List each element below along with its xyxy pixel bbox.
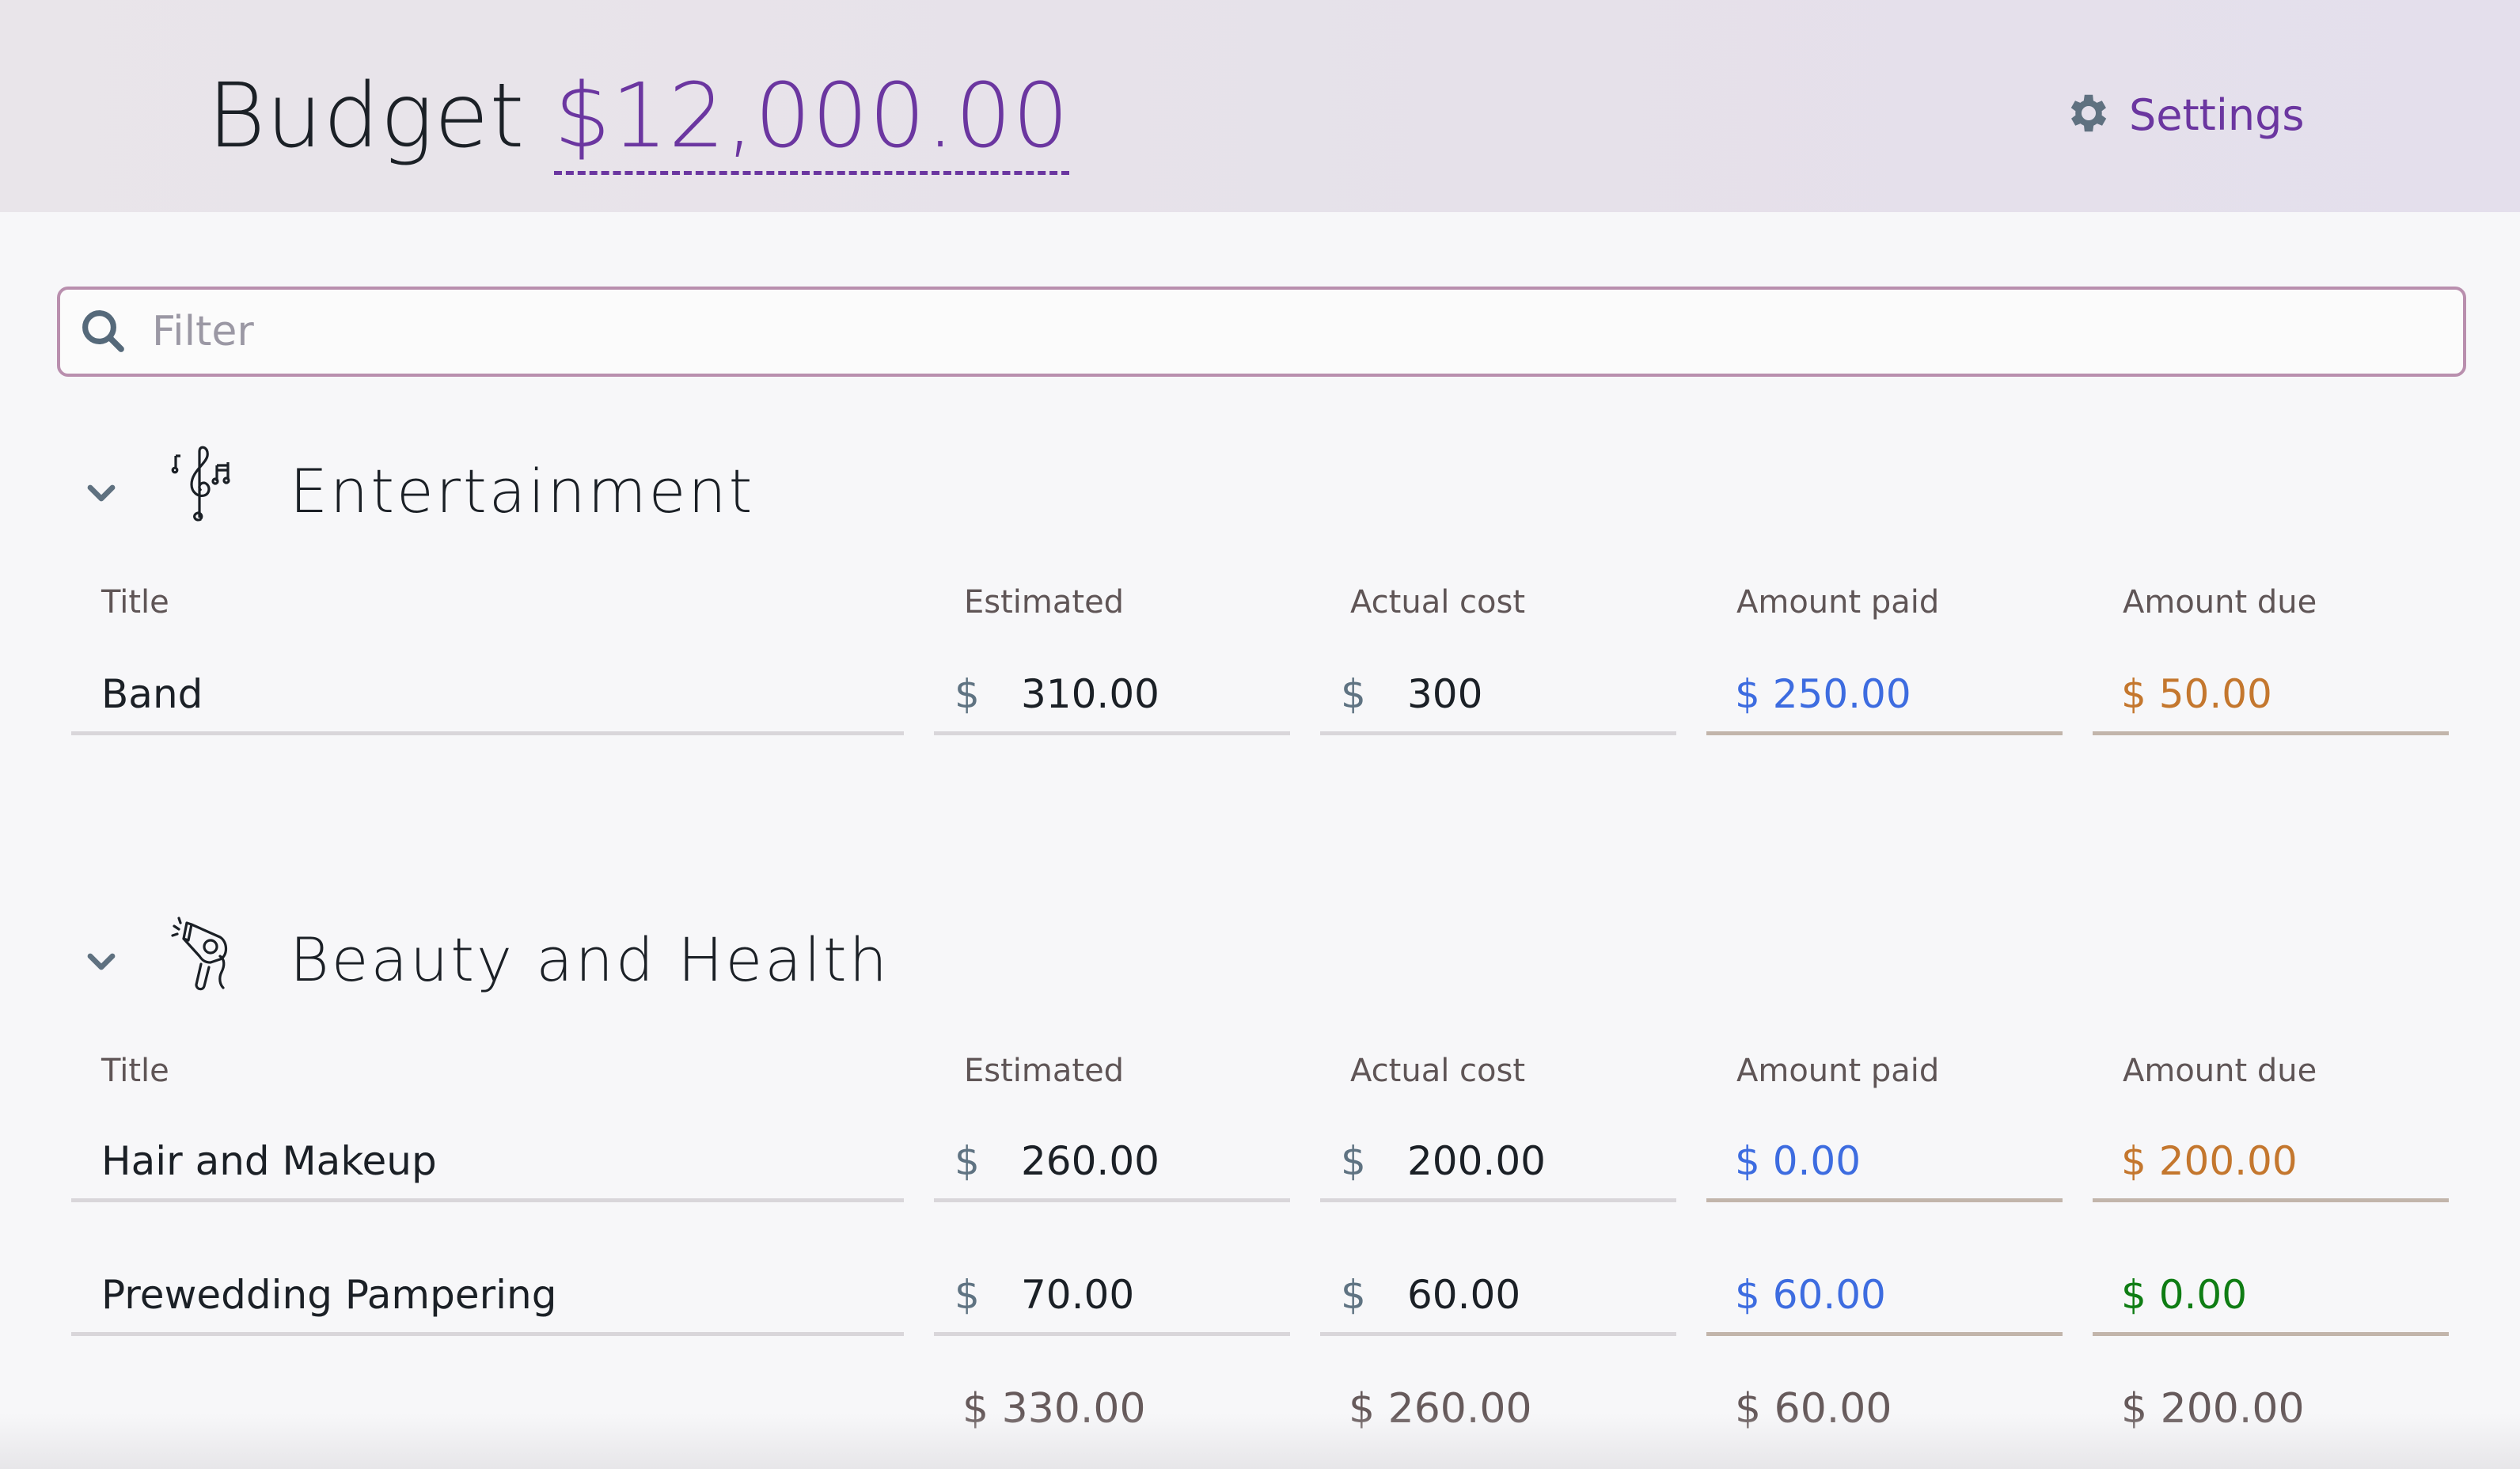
column-header-due: Amount due (2123, 1053, 2317, 1089)
amount-paid-field[interactable]: $ 250.00 (1706, 663, 2063, 735)
actual-cost-field[interactable]: $ 60.00 (1320, 1264, 1676, 1336)
amount-due-value: $ 0.00 (2121, 1272, 2248, 1318)
filter-input[interactable] (150, 299, 2433, 364)
page-title: Budget $12,000.00 (207, 65, 1070, 175)
amount-paid-value: $ 0.00 (1735, 1138, 1862, 1184)
filter-box[interactable] (57, 287, 2466, 377)
title-field[interactable]: Prewedding Pampering (71, 1264, 904, 1336)
column-header-title: Title (101, 1053, 169, 1089)
estimated-value: 310.00 (1021, 671, 1159, 717)
dollar-icon: $ (954, 1272, 980, 1318)
hair-dryer-icon (169, 912, 264, 1007)
actual-cost-value: 60.00 (1407, 1272, 1521, 1318)
amount-paid-field[interactable]: $ 0.00 (1706, 1130, 2063, 1202)
dollar-icon: $ (954, 671, 980, 717)
estimated-field[interactable]: $ 260.00 (934, 1130, 1290, 1202)
column-header-paid: Amount paid (1736, 584, 1940, 621)
bottom-fade (0, 1414, 2520, 1469)
title-field[interactable]: Band (71, 663, 904, 735)
dollar-icon: $ (1341, 1272, 1366, 1318)
actual-cost-value: 300 (1407, 671, 1483, 717)
title-field[interactable]: Hair and Makeup (71, 1130, 904, 1202)
item-title: Prewedding Pampering (101, 1272, 557, 1318)
amount-due-field: $ 50.00 (2093, 663, 2449, 735)
gear-icon (2064, 89, 2113, 142)
actual-cost-value: 200.00 (1407, 1138, 1546, 1184)
item-title: Band (101, 671, 203, 717)
amount-paid-value: $ 60.00 (1735, 1272, 1886, 1318)
column-header-estimated: Estimated (964, 1053, 1125, 1089)
amount-due-value: $ 50.00 (2121, 671, 2272, 717)
chevron-down-icon[interactable] (82, 475, 120, 513)
amount-due-field: $ 0.00 (2093, 1264, 2449, 1336)
settings-button[interactable]: Settings (2064, 89, 2304, 141)
actual-cost-field[interactable]: $ 200.00 (1320, 1130, 1676, 1202)
category-header-entertainment: Entertainment (0, 443, 2520, 546)
amount-due-field: $ 200.00 (2093, 1130, 2449, 1202)
amount-due-value: $ 200.00 (2121, 1138, 2298, 1184)
item-title: Hair and Makeup (101, 1138, 437, 1184)
column-header-paid: Amount paid (1736, 1053, 1940, 1089)
estimated-field[interactable]: $ 310.00 (934, 663, 1290, 735)
column-header-title: Title (101, 584, 169, 621)
page-header: Budget $12,000.00 Settings (0, 0, 2520, 212)
settings-label: Settings (2129, 89, 2305, 140)
column-header-actual: Actual cost (1350, 584, 1526, 621)
amount-paid-value: $ 250.00 (1735, 671, 1911, 717)
column-header-estimated: Estimated (964, 584, 1125, 621)
page-title-label: Budget (207, 65, 526, 168)
music-notes-icon (169, 443, 264, 538)
budget-amount[interactable]: $12,000.00 (554, 65, 1070, 175)
category-title: Beauty and Health (290, 924, 890, 995)
estimated-value: 260.00 (1021, 1138, 1159, 1184)
chevron-down-icon[interactable] (82, 943, 120, 981)
column-header-actual: Actual cost (1350, 1053, 1526, 1089)
category-header-beauty-and-health: Beauty and Health (0, 912, 2520, 1015)
estimated-field[interactable]: $ 70.00 (934, 1264, 1290, 1336)
estimated-value: 70.00 (1021, 1272, 1135, 1318)
category-title: Entertainment (290, 456, 755, 526)
column-header-due: Amount due (2123, 584, 2317, 621)
dollar-icon: $ (954, 1138, 980, 1184)
actual-cost-field[interactable]: $ 300 (1320, 663, 1676, 735)
dollar-icon: $ (1341, 1138, 1366, 1184)
amount-paid-field[interactable]: $ 60.00 (1706, 1264, 2063, 1336)
dollar-icon: $ (1341, 671, 1366, 717)
